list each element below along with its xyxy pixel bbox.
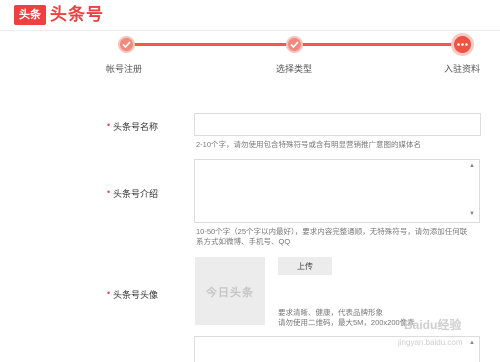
required-mark: • xyxy=(107,187,111,197)
name-hint: 2-10个字，请勿使用包含特殊符号或含有明显营销推广意图的媒体名 xyxy=(196,140,422,149)
avatar-label: 头条号头像 xyxy=(113,290,159,300)
progress-stepper: 帐号注册 选择类型 入驻资料 xyxy=(0,31,500,81)
name-input[interactable] xyxy=(194,113,481,136)
logo-badge[interactable]: 头条 xyxy=(14,5,46,25)
step-label-type: 选择类型 xyxy=(276,64,313,74)
scroll-down-icon[interactable]: ▼ xyxy=(469,211,475,217)
top-header: 头条 头条号 xyxy=(0,0,500,31)
step-connector-2 xyxy=(294,43,462,46)
baidu-watermark: Baidu经验 xyxy=(404,318,462,332)
avatar-hint-line1: 要求清晰、健康，代表品牌形象 xyxy=(278,308,383,317)
step-done-icon xyxy=(118,36,135,53)
upload-button[interactable]: 上传 xyxy=(278,257,332,275)
intro-hint-line1: 10-50个字（25个字以内最好），要求内容完整通顺，无特殊符号，请勿添加任何联 xyxy=(196,227,468,236)
step-connector-1 xyxy=(126,43,294,46)
name-label: 头条号名称 xyxy=(113,122,159,132)
baidu-watermark-url: jingyan.baidu.com xyxy=(398,338,463,347)
step-label-profile: 入驻资料 xyxy=(444,64,481,74)
intro-textarea[interactable]: ▲ ▼ xyxy=(194,159,480,223)
intro-hint-line2: 系方式如微博、手机号、QQ xyxy=(196,237,291,246)
step-done-icon xyxy=(286,36,303,53)
intro-label: 头条号介绍 xyxy=(113,189,159,199)
required-mark: • xyxy=(107,288,111,298)
logo-text[interactable]: 头条号 xyxy=(50,4,104,26)
scroll-up-icon[interactable]: ▲ xyxy=(469,340,475,346)
step-label-register: 帐号注册 xyxy=(106,64,143,74)
avatar-placeholder-text: 今日头条 xyxy=(206,287,254,299)
avatar-preview: 今日头条 xyxy=(195,257,265,325)
scroll-up-icon[interactable]: ▲ xyxy=(469,163,475,169)
avatar-hint-line2: 请勿使用二维码，最大5M，200x200像素 xyxy=(278,318,415,327)
step-current-icon xyxy=(451,33,474,56)
required-mark: • xyxy=(107,120,111,130)
